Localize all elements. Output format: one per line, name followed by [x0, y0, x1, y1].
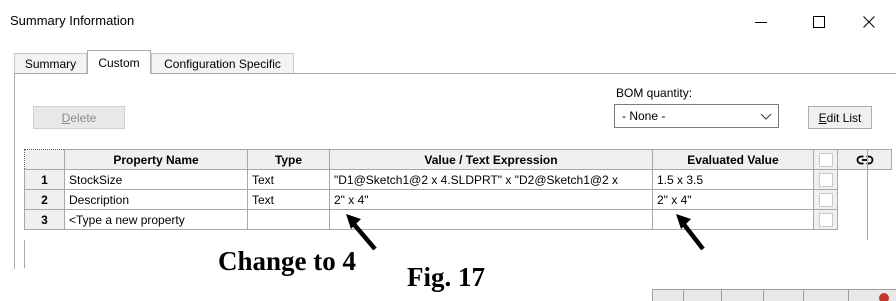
minimize-icon [755, 22, 767, 23]
column-header-link [837, 149, 892, 170]
maximize-icon [813, 16, 825, 28]
column-header-value[interactable]: Value / Text Expression [329, 149, 653, 170]
tab-custom[interactable]: Custom [87, 50, 151, 74]
header-checkbox[interactable] [818, 152, 833, 167]
row-checkbox[interactable] [818, 212, 833, 227]
figure-caption: Fig. 17 [407, 262, 485, 292]
grid-corner-cell[interactable] [24, 149, 65, 170]
bom-quantity-select[interactable]: - None - [614, 104, 779, 128]
row-number[interactable]: 1 [24, 169, 65, 190]
maximize-button[interactable] [796, 8, 842, 36]
type-cell[interactable]: Text [247, 189, 330, 210]
delete-mnemonic: D [61, 110, 71, 125]
column-header-checkbox[interactable] [813, 149, 838, 170]
tab-summary[interactable]: Summary [14, 53, 87, 73]
properties-grid: Property Name Type Value / Text Expressi… [24, 149, 892, 230]
edit-list-mnemonic: E [818, 110, 827, 125]
row-checkbox-cell [813, 189, 838, 210]
window-title: Summary Information [10, 13, 135, 28]
toolbar-separator [803, 290, 804, 301]
toolbar-separator [683, 290, 684, 301]
tab-configuration-specific-label: Configuration Specific [164, 56, 281, 71]
delete-label-rest: elete [70, 110, 97, 125]
property-name-cell[interactable]: <Type a new property [64, 209, 248, 230]
summary-information-dialog: Summary Information Summary Custom Confi… [0, 0, 896, 269]
close-icon [863, 16, 875, 28]
toolbar-separator [721, 290, 722, 301]
value-cell[interactable]: 2" x 4" [329, 189, 653, 210]
type-cell[interactable]: Text [247, 169, 330, 190]
grid-header-row: Property Name Type Value / Text Expressi… [24, 149, 892, 170]
empty-cell [837, 209, 892, 230]
row-checkbox-cell [813, 169, 838, 190]
grid-left-border [24, 240, 25, 268]
chevron-down-icon [760, 113, 772, 120]
column-header-property-name[interactable]: Property Name [64, 149, 248, 170]
row-checkbox-cell [813, 209, 838, 230]
evaluated-value-cell: 2" x 4" [652, 189, 814, 210]
partial-toolbar [652, 289, 896, 301]
title-bar: Summary Information [0, 0, 896, 42]
property-name-cell[interactable]: StockSize [64, 169, 248, 190]
grid-right-border [867, 149, 868, 240]
row-checkbox[interactable] [818, 172, 833, 187]
row-checkbox[interactable] [818, 192, 833, 207]
type-cell[interactable] [247, 209, 330, 230]
value-cell[interactable]: "D1@Sketch1@2 x 4.SLDPRT" x "D2@Sketch1@… [329, 169, 653, 190]
value-cell[interactable] [329, 209, 653, 230]
table-row: 2 Description Text 2" x 4" 2" x 4" [24, 189, 892, 210]
table-row: 3 <Type a new property [24, 209, 892, 230]
row-number[interactable]: 2 [24, 189, 65, 210]
tab-configuration-specific[interactable]: Configuration Specific [151, 53, 294, 73]
column-header-evaluated-value[interactable]: Evaluated Value [652, 149, 814, 170]
empty-cell [837, 189, 892, 210]
evaluated-value-cell [652, 209, 814, 230]
property-name-cell[interactable]: Description [64, 189, 248, 210]
delete-button[interactable]: Delete [33, 106, 125, 129]
empty-cell [837, 169, 892, 190]
evaluated-value-cell: 1.5 x 3.5 [652, 169, 814, 190]
toolbar-separator [763, 290, 764, 301]
change-caption: Change to 4 [218, 246, 357, 276]
edit-list-label-rest: dit List [826, 110, 862, 125]
tab-custom-label: Custom [98, 55, 140, 70]
column-header-type[interactable]: Type [247, 149, 330, 170]
bom-quantity-value: - None - [622, 109, 666, 123]
table-row: 1 StockSize Text "D1@Sketch1@2 x 4.SLDPR… [24, 169, 892, 190]
close-button[interactable] [846, 8, 892, 36]
bom-quantity-label: BOM quantity: [616, 86, 693, 100]
edit-list-button[interactable]: Edit List [808, 106, 872, 129]
tab-summary-label: Summary [24, 56, 77, 71]
minimize-button[interactable] [738, 8, 784, 36]
toolbar-separator [848, 290, 849, 301]
row-number[interactable]: 3 [24, 209, 65, 230]
link-icon [856, 155, 873, 165]
